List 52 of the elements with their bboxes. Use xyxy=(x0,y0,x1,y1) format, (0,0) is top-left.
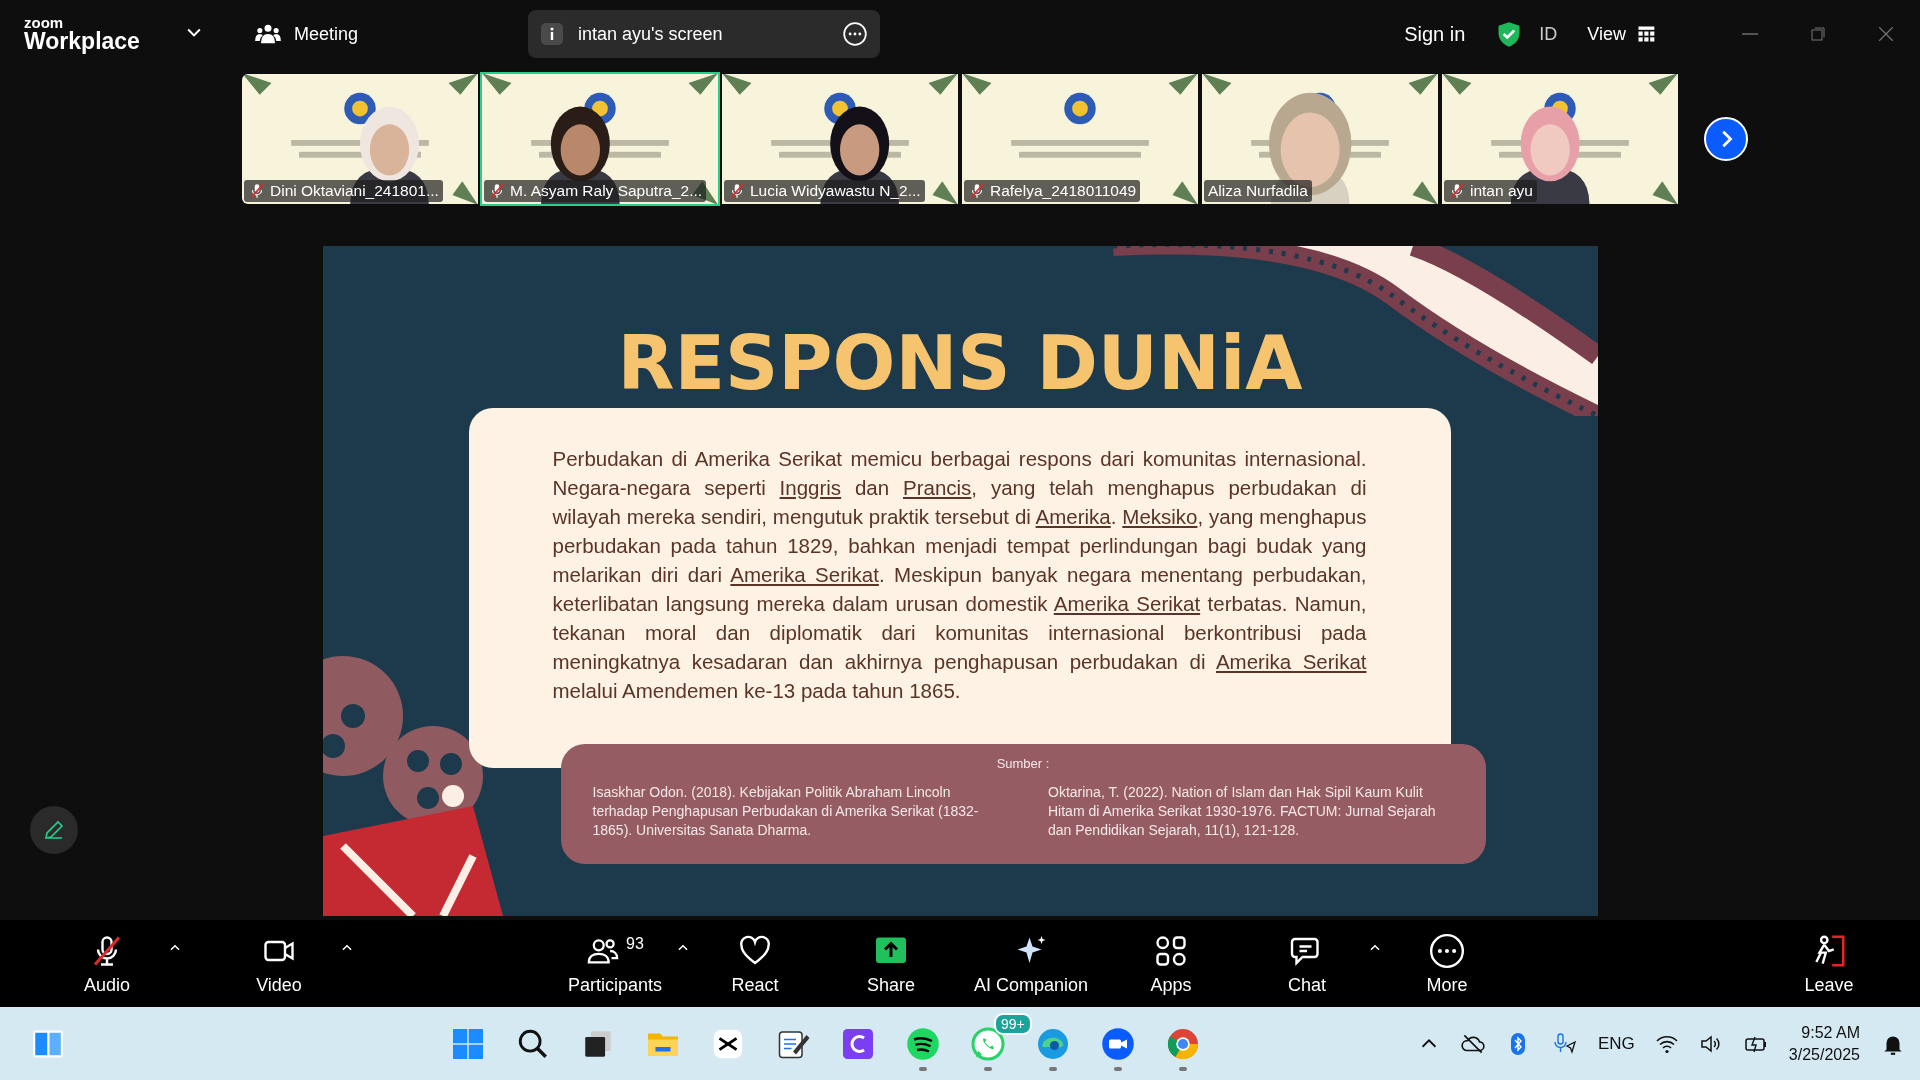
language-indicator[interactable]: ENG xyxy=(1597,1033,1635,1054)
chat-button[interactable]: Chat xyxy=(1246,927,1369,1000)
participant-name: M. Asyam Raly Saputra_2... xyxy=(484,180,707,202)
more-button[interactable]: More xyxy=(1386,927,1509,1000)
logo-text: zoom xyxy=(24,15,65,30)
region-label: ID xyxy=(1539,23,1558,45)
view-button[interactable]: View xyxy=(1587,23,1656,45)
share-button[interactable]: Share xyxy=(830,927,952,1000)
slide-title: RESPONS DUNiA xyxy=(617,320,1303,406)
slide-paragraph: Perbudakan di Amerika Serikat memicu berbagai respons dari komunitas internasional. Negara-negara seperti Inggris dan Prancis, yang telah menghapus perbudakan di wilayah mereka sendiri, mengutuk praktik tersebut di Amerika. Meksiko, yang menghapus perbudakan pada tahun 1829, bahkan menjadi tempat perlindungan bagi budak yang melarikan diri dari Amerika Serikat. Meskipun banyak negara menentang perbudakan, keterlibatan langsung mereka dalam urusan domestik Amerika Serikat terbatas. Namun, tekanan moral dan diplomatik dari komunitas internasional berkontribusi pada meningkatnya kesadaran dan akhirnya penghapusan perbudakan di Amerika Serikat melalui Amendemen ke-13 pada tahun 1865. xyxy=(552,446,1367,704)
more-icon xyxy=(841,21,868,47)
screen-share-label: intan ayu's screen xyxy=(577,23,723,45)
participant-name: Lucia Widyawastu N_2... xyxy=(724,180,925,202)
ai-button[interactable]: AI Companion xyxy=(966,927,1097,1000)
info-icon xyxy=(539,22,564,46)
notification-badge: 99+ xyxy=(994,1012,1032,1035)
minimize-icon xyxy=(1742,33,1758,35)
participant-tile[interactable]: Rafelya_2418011049 xyxy=(960,72,1200,206)
participant-name: Dini Oktaviani_241801... xyxy=(244,180,443,202)
participant-name: intan ayu xyxy=(1444,180,1537,202)
participants-button[interactable]: 93 Participants xyxy=(554,927,676,1000)
participant-tile[interactable]: M. Asyam Raly Saputra_2... xyxy=(480,72,720,206)
pencil-icon xyxy=(42,818,66,842)
more-icon xyxy=(1428,932,1467,970)
spotify-icon xyxy=(905,1025,941,1062)
screen-share-pill[interactable]: intan ayu's screen xyxy=(527,10,880,58)
participant-count: 93 xyxy=(626,935,644,953)
participant-tile[interactable]: Dini Oktaviani_241801... xyxy=(240,72,480,206)
leave-button[interactable]: Leave xyxy=(1768,927,1890,1000)
zoom-app-icon xyxy=(1100,1025,1136,1062)
restore-icon xyxy=(1810,26,1826,42)
video-button[interactable]: Video xyxy=(218,927,340,1000)
citation: Isaskhar Odon. (2018). Kebijakan Politik Abraham Lincoln terhadap Penghapusan Perbudakan di Amerika Serikat (1832-1865). Universitas Sanata Dharma. xyxy=(592,783,980,840)
participant-tile[interactable]: Aliza Nurfadila xyxy=(1200,72,1440,206)
grid-icon xyxy=(1636,24,1656,44)
participant-tile[interactable]: Lucia Widyawastu N_2... xyxy=(720,72,960,206)
participant-name: Rafelya_2418011049 xyxy=(964,180,1141,202)
audio-button[interactable]: Audio xyxy=(46,927,168,1000)
participant-name: Aliza Nurfadila xyxy=(1204,180,1312,202)
clock-time[interactable]: 9:52 AM xyxy=(1801,1021,1860,1044)
citation: Oktarina, T. (2022). Nation of Islam dan Hak Sipil Kaum Kulit Hitam di Amerika Serikat 1930-1976. FACTUM: Jurnal Sejarah dan Pendidikan Sejarah, 11(1), 121-128. xyxy=(1048,783,1437,840)
app-title: Workplace xyxy=(24,30,140,53)
sign-in-link[interactable]: Sign in xyxy=(1404,22,1466,46)
participant-tile[interactable]: intan ayu xyxy=(1440,72,1680,206)
clock-date[interactable]: 3/25/2025 xyxy=(1788,1043,1860,1066)
annotate-button[interactable] xyxy=(30,806,78,854)
close-icon xyxy=(1877,25,1895,43)
next-page-button[interactable] xyxy=(1704,117,1748,161)
sources-heading: Sumber : xyxy=(995,756,1051,771)
meeting-label: Meeting xyxy=(293,23,358,45)
apps-button[interactable]: Apps xyxy=(1110,927,1233,1000)
react-button[interactable]: React xyxy=(694,927,816,1000)
